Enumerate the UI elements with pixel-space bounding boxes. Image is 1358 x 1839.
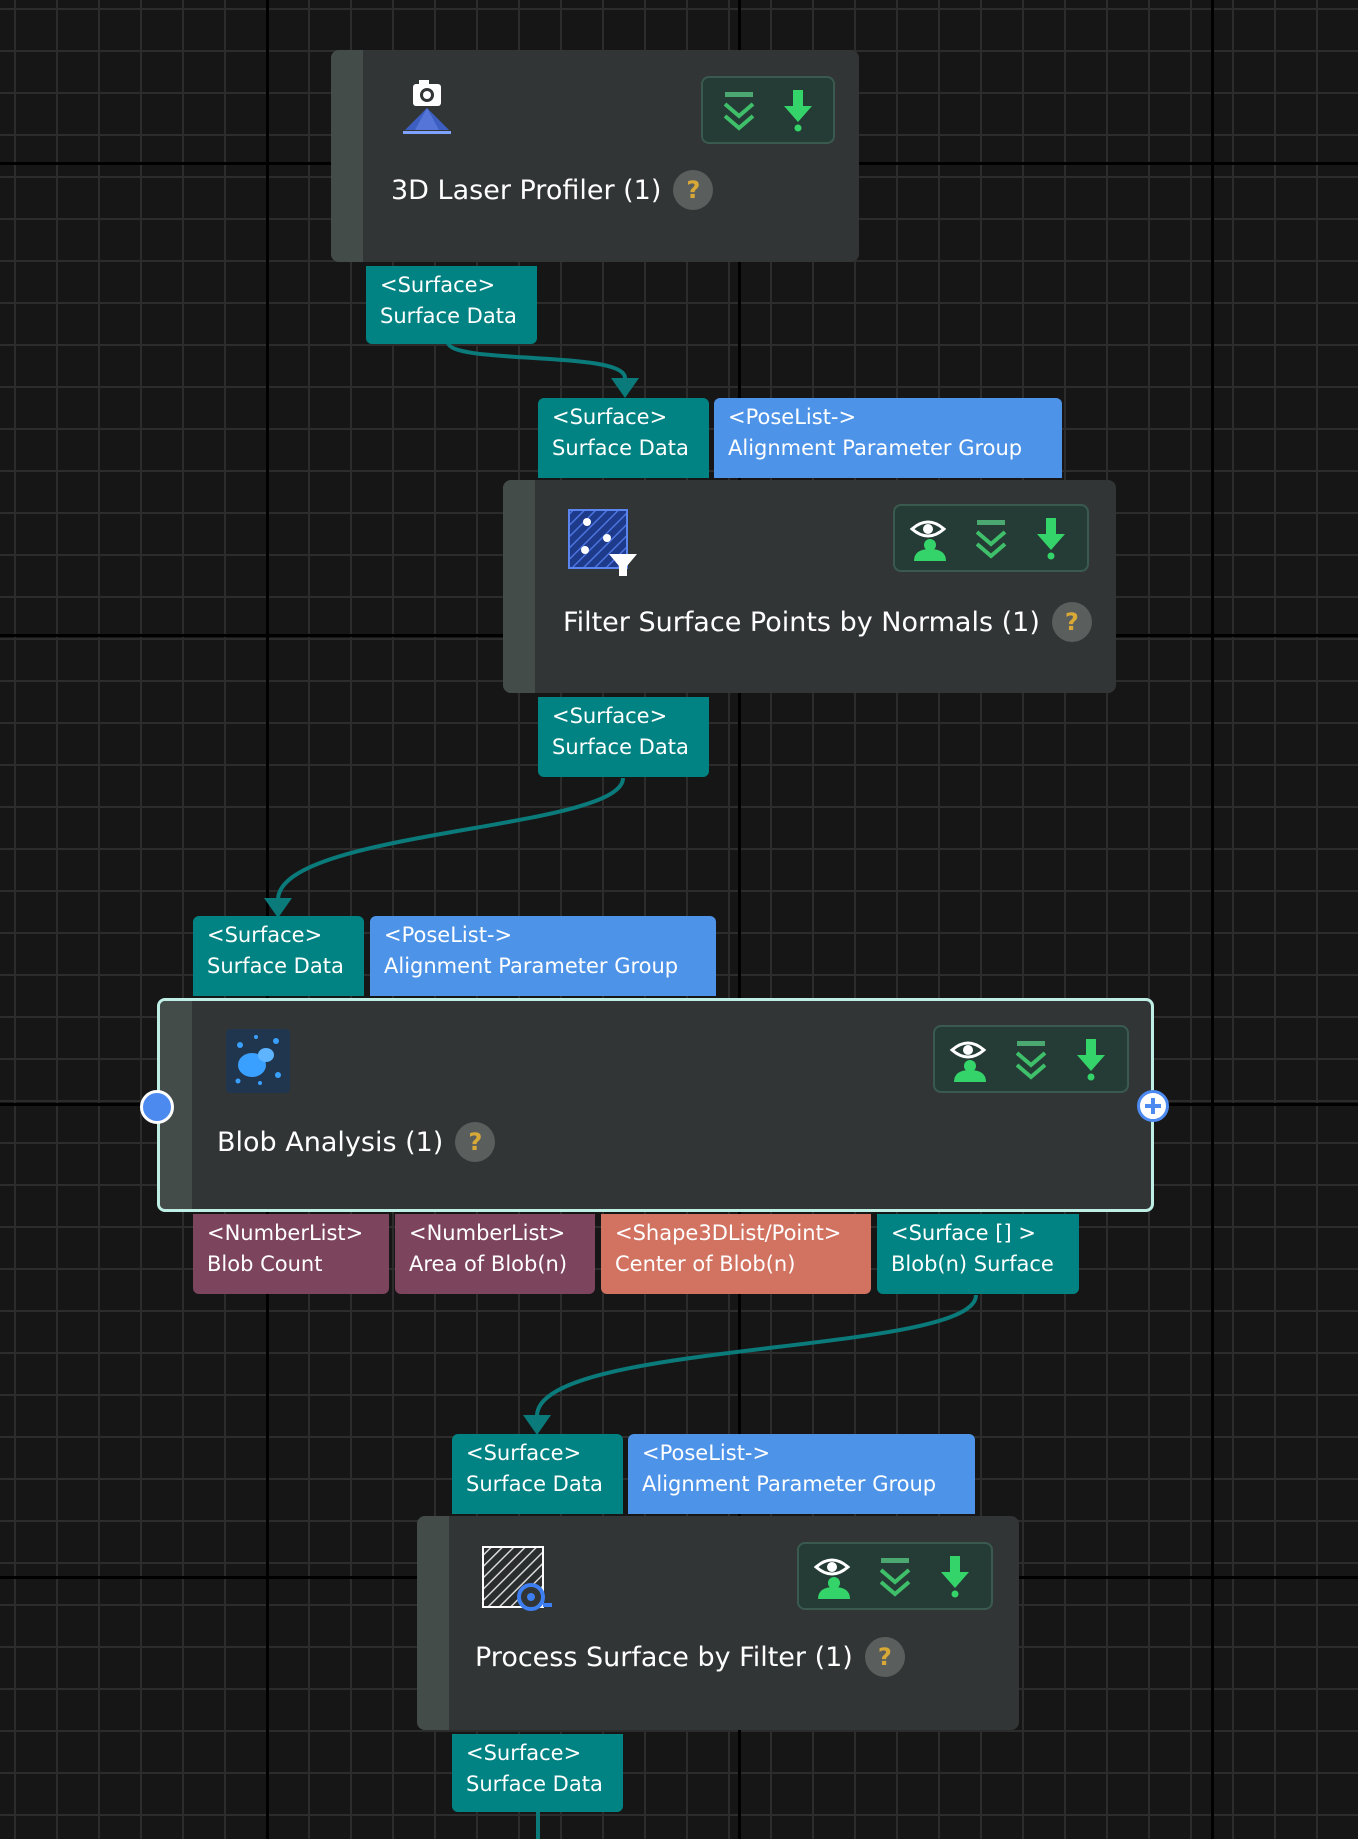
output-port-surface-data[interactable]: <Surface> Surface Data <box>538 697 709 777</box>
node-3d-laser-profiler[interactable]: 3D Laser Profiler (1) ? <box>331 50 859 262</box>
process-surface-icon <box>481 1545 553 1617</box>
help-icon[interactable]: ? <box>455 1122 496 1162</box>
input-port-alignment-parameter-group[interactable]: <PoseList-> Alignment Parameter Group <box>628 1434 975 1514</box>
input-port-alignment-parameter-group[interactable]: <PoseList-> Alignment Parameter Group <box>370 916 716 996</box>
left-connection-anchor[interactable] <box>140 1090 174 1124</box>
node-process-surface-by-filter[interactable]: Process Surface by Filter (1) ? <box>417 1516 1019 1730</box>
connection-filter-to-blob[interactable] <box>276 777 625 901</box>
port-name: Alignment Parameter Group <box>728 436 1023 460</box>
connection-profiler-to-filter[interactable] <box>446 341 627 379</box>
help-icon[interactable]: ? <box>673 170 714 210</box>
camera-icon <box>401 78 453 140</box>
port-name: Blob Count <box>207 1252 323 1276</box>
port-name: Blob(n) Surface <box>891 1252 1054 1276</box>
help-icon[interactable]: ? <box>1051 602 1092 642</box>
node-toolbox <box>933 1025 1129 1093</box>
collapse-icon[interactable] <box>871 1552 919 1600</box>
download-icon[interactable] <box>774 86 822 134</box>
input-port-surface-data[interactable]: <Surface> Surface Data <box>193 916 364 996</box>
port-type: <PoseList-> <box>642 1441 771 1465</box>
node-blob-analysis[interactable]: Blob Analysis (1) ? <box>157 998 1154 1212</box>
add-port-icon[interactable] <box>1137 1090 1169 1122</box>
port-type: <Surface> <box>207 923 323 947</box>
input-port-alignment-parameter-group[interactable]: <PoseList-> Alignment Parameter Group <box>714 398 1062 478</box>
connection-blob-to-process[interactable] <box>535 1294 978 1417</box>
node-toolbox <box>893 504 1089 572</box>
node-toolbox <box>797 1542 993 1610</box>
port-type: <Surface> <box>552 405 668 429</box>
node-title-text: Blob Analysis (1) <box>217 1126 444 1158</box>
port-type: <Surface> <box>552 704 668 728</box>
port-type: <Surface> <box>466 1741 582 1765</box>
download-icon[interactable] <box>1027 514 1075 562</box>
port-type: <NumberList> <box>207 1221 364 1245</box>
port-name: Surface Data <box>466 1772 603 1796</box>
port-name: Alignment Parameter Group <box>384 954 679 978</box>
show-result-icon[interactable] <box>947 1035 995 1083</box>
collapse-icon[interactable] <box>1007 1035 1055 1083</box>
port-name: Surface Data <box>552 735 689 759</box>
blob-icon <box>226 1029 290 1097</box>
node-title: Filter Surface Points by Normals (1) ? <box>563 602 1092 642</box>
node-drag-handle[interactable] <box>331 50 363 262</box>
output-port-surface-data[interactable]: <Surface> Surface Data <box>452 1734 623 1812</box>
connection-arrow <box>611 378 639 398</box>
port-name: Surface Data <box>552 436 689 460</box>
port-name: Surface Data <box>466 1472 603 1496</box>
connection-arrow <box>523 1415 551 1435</box>
help-icon[interactable]: ? <box>864 1637 905 1677</box>
port-type: <Surface> <box>380 273 496 297</box>
port-name: Center of Blob(n) <box>615 1252 796 1276</box>
node-title-text: Process Surface by Filter (1) <box>475 1641 853 1673</box>
node-title: Process Surface by Filter (1) ? <box>475 1637 905 1677</box>
output-port-surface-data[interactable]: <Surface> Surface Data <box>366 266 537 344</box>
show-result-icon[interactable] <box>907 514 955 562</box>
port-type: <PoseList-> <box>384 923 513 947</box>
node-toolbox <box>701 76 835 144</box>
port-type: <NumberList> <box>409 1221 566 1245</box>
input-port-surface-data[interactable]: <Surface> Surface Data <box>452 1434 623 1514</box>
connection-arrow <box>264 898 292 918</box>
port-name: Area of Blob(n) <box>409 1252 568 1276</box>
download-icon[interactable] <box>931 1552 979 1600</box>
show-result-icon[interactable] <box>811 1552 859 1600</box>
download-icon[interactable] <box>1067 1035 1115 1083</box>
node-drag-handle[interactable] <box>417 1516 449 1730</box>
node-title-text: Filter Surface Points by Normals (1) <box>563 606 1040 638</box>
output-port-blob-count[interactable]: <NumberList> Blob Count <box>193 1214 389 1294</box>
collapse-icon[interactable] <box>967 514 1015 562</box>
port-name: Surface Data <box>207 954 344 978</box>
port-name: Surface Data <box>380 304 517 328</box>
port-type: <Shape3DList/Point> <box>615 1221 842 1245</box>
port-type: <PoseList-> <box>728 405 857 429</box>
output-port-center-of-blob[interactable]: <Shape3DList/Point> Center of Blob(n) <box>601 1214 871 1294</box>
node-title-text: 3D Laser Profiler (1) <box>391 174 662 206</box>
input-port-surface-data[interactable]: <Surface> Surface Data <box>538 398 709 478</box>
port-name: Alignment Parameter Group <box>642 1472 937 1496</box>
node-drag-handle[interactable] <box>503 480 535 693</box>
filter-points-icon <box>565 506 639 582</box>
node-title: Blob Analysis (1) ? <box>217 1122 496 1162</box>
port-type: <Surface [] > <box>891 1221 1036 1245</box>
node-filter-surface-points-by-normals[interactable]: Filter Surface Points by Normals (1) ? <box>503 480 1116 693</box>
port-type: <Surface> <box>466 1441 582 1465</box>
output-port-blob-surface[interactable]: <Surface [] > Blob(n) Surface <box>877 1214 1079 1294</box>
collapse-icon[interactable] <box>715 86 763 134</box>
node-title: 3D Laser Profiler (1) ? <box>391 170 714 210</box>
output-port-area-of-blob[interactable]: <NumberList> Area of Blob(n) <box>395 1214 595 1294</box>
